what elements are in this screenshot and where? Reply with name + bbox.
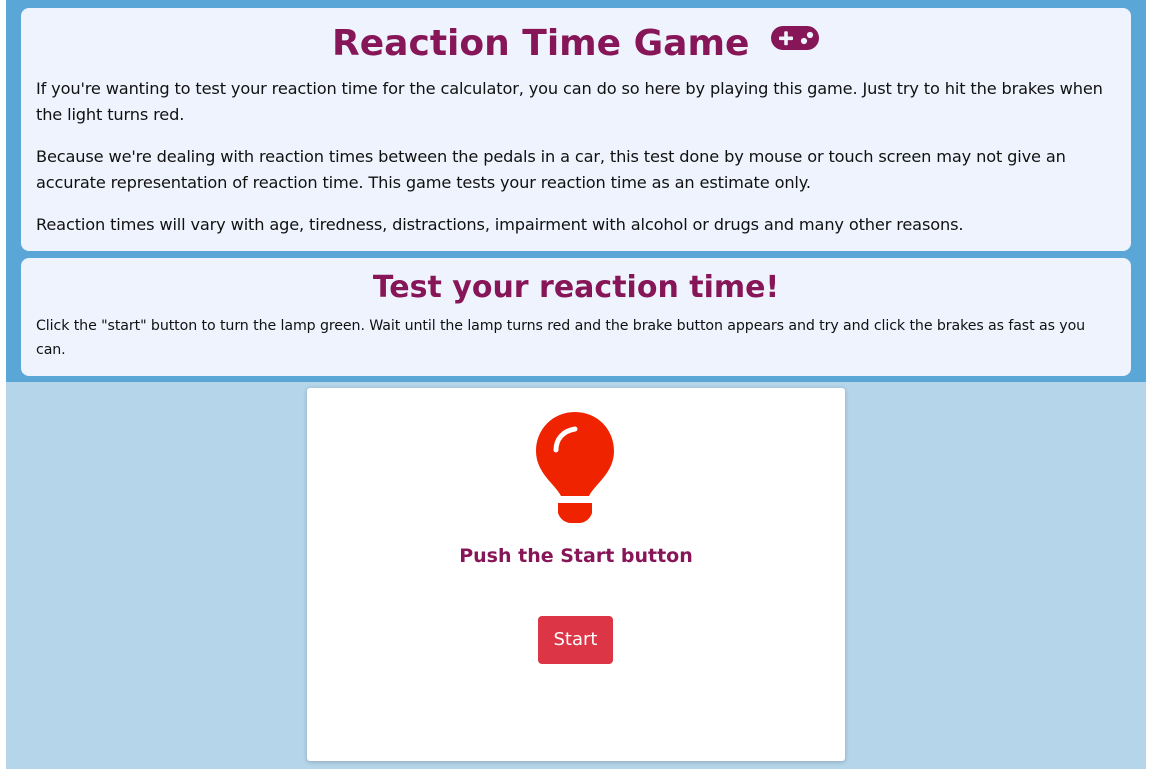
intro-paragraph: Reaction times will vary with age, tired… — [36, 215, 964, 234]
game-panel: Push the Start button Start — [307, 388, 845, 761]
lightbulb-icon — [535, 411, 615, 524]
intro-card: Reaction Time Game If you're wanting to … — [21, 8, 1131, 251]
page-title-text: Reaction Time Game — [332, 23, 750, 64]
test-card: Test your reaction time! Click the "star… — [21, 258, 1131, 376]
page-title: Reaction Time Game — [36, 22, 1116, 66]
page-frame: Reaction Time Game If you're wanting to … — [6, 0, 1146, 769]
gamepad-icon — [770, 19, 820, 63]
start-button[interactable]: Start — [538, 616, 613, 664]
game-status: Push the Start button — [459, 545, 693, 567]
test-title: Test your reaction time! — [372, 270, 780, 305]
intro-paragraph: Because we're dealing with reaction time… — [36, 147, 1066, 192]
intro-paragraph: If you're wanting to test your reaction … — [36, 79, 1103, 124]
test-instructions: Click the "start" button to turn the lam… — [36, 318, 1086, 358]
